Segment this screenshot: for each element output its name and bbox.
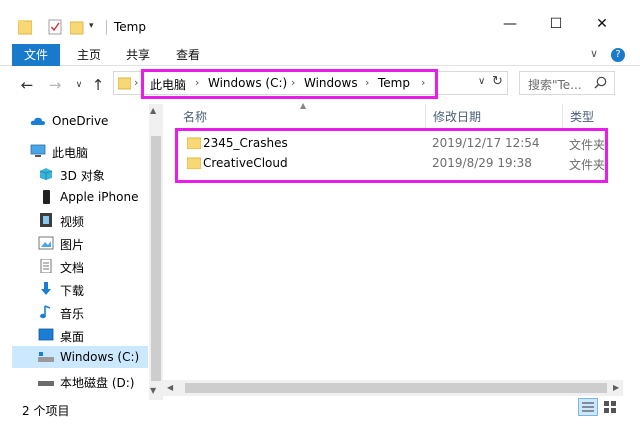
minimize-button[interactable]: —	[487, 8, 533, 40]
address-folder-icon	[118, 77, 131, 90]
nav-item-label: Windows (C:)	[60, 350, 140, 364]
close-button[interactable]: ✕	[579, 8, 625, 40]
nav-item-label: OneDrive	[52, 114, 109, 128]
nav-item-documents[interactable]: 文档	[0, 255, 148, 277]
nav-item-onedrive[interactable]: OneDrive	[0, 110, 148, 132]
column-divider[interactable]	[425, 104, 426, 128]
item-count: 2 个项目	[22, 404, 70, 418]
properties-icon[interactable]	[48, 19, 62, 35]
nav-item-apple-iphone[interactable]: Apple iPhone	[0, 186, 148, 208]
back-icon[interactable]: ←	[18, 76, 36, 94]
tab-share[interactable]: 共享	[121, 44, 155, 66]
nav-item-label: 视频	[60, 215, 85, 229]
refresh-icon[interactable]: ↻	[492, 74, 503, 89]
cloud-icon	[30, 117, 45, 125]
breadcrumb-highlight	[141, 69, 438, 99]
scroll-right-icon[interactable]: ▶	[613, 383, 619, 392]
search-icon[interactable]	[594, 76, 607, 89]
status-bar	[0, 400, 640, 430]
forward-icon[interactable]: →	[46, 76, 64, 94]
computer-icon	[30, 144, 46, 157]
phone-icon	[43, 190, 50, 204]
window-title: Temp	[114, 20, 146, 34]
details-view-icon[interactable]	[578, 398, 598, 416]
maximize-button[interactable]: ☐	[533, 8, 579, 40]
address-dropdown-icon[interactable]: ∨	[478, 76, 485, 87]
title-separator	[106, 20, 107, 35]
download-icon	[41, 282, 51, 295]
video-icon	[40, 213, 52, 227]
column-divider[interactable]	[562, 104, 563, 128]
large-icons-view-icon[interactable]	[600, 398, 620, 416]
drive-icon	[38, 352, 54, 362]
nav-item-label: 桌面	[60, 330, 85, 344]
nav-item-label: 图片	[60, 238, 85, 252]
ribbon-tabs: 文件 主页 共享 查看 ∨ ?	[0, 44, 640, 66]
cube-icon	[39, 168, 53, 180]
tab-home[interactable]: 主页	[72, 44, 106, 66]
nav-item-windows-c[interactable]: Windows (C:)	[12, 346, 148, 368]
nav-item-pictures[interactable]: 图片	[0, 232, 148, 254]
nav-item-local-disk-d[interactable]: 本地磁盘 (D:)	[0, 370, 148, 392]
maximize-icon: ☐	[549, 16, 563, 32]
column-header-type[interactable]: 类型	[570, 108, 594, 125]
breadcrumb-separator: ›	[134, 76, 139, 89]
close-icon: ✕	[596, 16, 608, 32]
picture-icon	[38, 236, 54, 250]
customize-toolbar-icon[interactable]: ▾	[89, 21, 103, 37]
nav-scrollbar-thumb[interactable]	[151, 136, 161, 381]
nav-item-label: 音乐	[60, 307, 85, 321]
nav-item-this-pc[interactable]: 此电脑	[0, 140, 148, 162]
drive-icon	[38, 381, 54, 386]
minimize-icon: —	[503, 16, 517, 32]
column-header-name[interactable]: 名称	[183, 108, 207, 125]
nav-item-desktop[interactable]: 桌面	[0, 324, 148, 346]
recent-locations-icon[interactable]: ∨	[70, 76, 88, 94]
desktop-icon	[38, 328, 54, 341]
tab-file[interactable]: 文件	[12, 44, 60, 66]
title-bar: ▾ Temp — ☐ ✕	[0, 0, 640, 44]
nav-item-downloads[interactable]: 下载	[0, 278, 148, 300]
search-placeholder[interactable]: 搜索"Te...	[528, 76, 582, 93]
scroll-left-icon[interactable]: ◀	[167, 383, 173, 392]
nav-item-label: 下载	[60, 284, 85, 298]
nav-item-3d-objects[interactable]: 3D 对象	[0, 163, 148, 185]
nav-item-label: 此电脑	[52, 146, 89, 160]
nav-item-music[interactable]: 音乐	[0, 301, 148, 323]
folder-icon	[18, 20, 32, 35]
column-header-modified[interactable]: 修改日期	[433, 108, 481, 125]
scroll-up-icon[interactable]: ▲	[150, 106, 156, 115]
nav-item-videos[interactable]: 视频	[0, 209, 148, 231]
document-icon	[40, 259, 52, 273]
rows-highlight	[175, 128, 608, 183]
nav-item-label: 3D 对象	[60, 169, 105, 183]
nav-item-label: 文档	[60, 261, 85, 275]
new-folder-icon[interactable]	[70, 19, 84, 35]
help-icon[interactable]: ?	[611, 48, 625, 62]
horizontal-scrollbar-thumb[interactable]	[185, 383, 607, 393]
nav-item-label: 本地磁盘 (D:)	[60, 376, 135, 390]
nav-item-label: Apple iPhone	[60, 190, 139, 204]
sort-ascending-icon: ▲	[300, 101, 307, 110]
expand-ribbon-icon[interactable]: ∨	[590, 47, 598, 60]
music-icon	[40, 305, 51, 319]
scroll-down-icon[interactable]: ▼	[150, 386, 156, 395]
up-icon[interactable]: ↑	[89, 76, 107, 94]
tab-view[interactable]: 查看	[171, 44, 205, 66]
